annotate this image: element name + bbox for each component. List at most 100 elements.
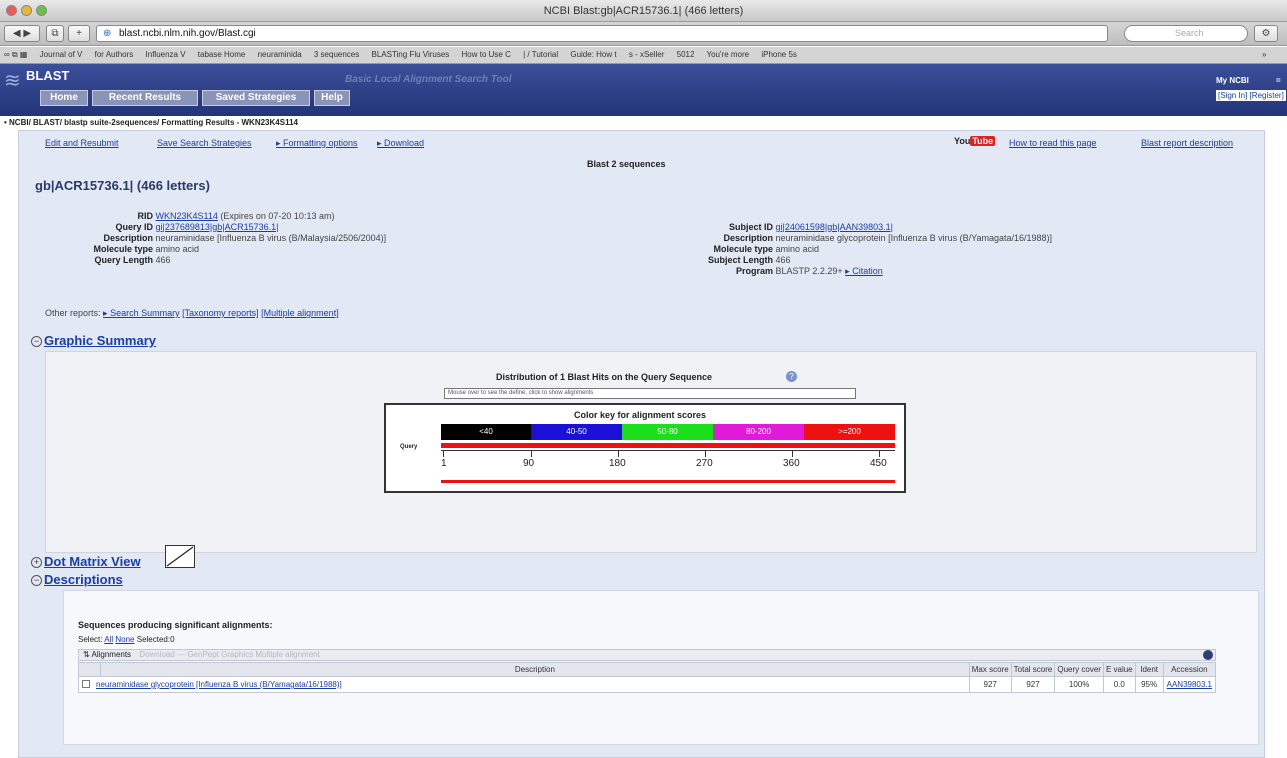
descriptions-header[interactable]: − Descriptions xyxy=(31,571,123,589)
tick-mark xyxy=(618,450,619,457)
nav-recent-results[interactable]: Recent Results xyxy=(92,90,198,106)
select-all-link[interactable]: All xyxy=(104,635,113,644)
program-key: Program xyxy=(735,266,773,276)
bookmark-9[interactable]: Guide: How t xyxy=(570,50,616,59)
report-description-link[interactable]: Blast report description xyxy=(1141,138,1233,148)
alignments-toolbar: ⇅ Alignments Download — GenPept Graphics… xyxy=(78,649,1216,661)
color-key-box[interactable]: Color key for alignment scores <40 40-50… xyxy=(384,403,906,493)
reading-list-icon[interactable]: ∞ ⧉ ▦ xyxy=(4,50,27,59)
key-green: 50-80 xyxy=(622,424,713,440)
nav-home[interactable]: Home xyxy=(40,90,88,106)
options-circle-icon[interactable] xyxy=(1203,650,1213,660)
bookmark-0[interactable]: Journal of V xyxy=(40,50,83,59)
results-content: Edit and Resubmit Save Search Strategies… xyxy=(18,130,1265,758)
citation-link[interactable]: ▸ Citation xyxy=(845,266,883,276)
search-summary-link[interactable]: ▸ Search Summary xyxy=(103,308,180,318)
collapse-icon[interactable]: − xyxy=(31,336,42,347)
multiple-alignment-link[interactable]: [Multiple alignment] xyxy=(261,308,339,318)
rid-link[interactable]: WKN23K4S114 xyxy=(156,211,218,221)
dot-matrix-header[interactable]: + Dot Matrix View xyxy=(31,553,141,571)
window-title: NCBI Blast:gb|ACR15736.1| (466 letters) xyxy=(543,5,744,17)
close-window-button[interactable] xyxy=(6,5,17,16)
col-e-value[interactable]: E value xyxy=(1102,662,1136,677)
col-total-score[interactable]: Total score xyxy=(1010,662,1056,677)
bookmark-8[interactable]: | / Tutorial xyxy=(523,50,558,59)
sidebar-toggle-icon[interactable]: ⧉ xyxy=(46,25,64,42)
bookmark-6[interactable]: BLASTing Flu Viruses xyxy=(371,50,449,59)
maximize-window-button[interactable] xyxy=(36,5,47,16)
blast-logo-icon: ≋ xyxy=(4,70,21,92)
graphic-summary-heading[interactable]: Graphic Summary xyxy=(44,333,156,348)
select-none-link[interactable]: None xyxy=(115,635,134,644)
key-label: >=200 xyxy=(838,427,861,436)
url-text: blast.ncbi.nlm.nih.gov/Blast.cgi xyxy=(119,28,256,39)
graphic-summary-header[interactable]: − Graphic Summary xyxy=(31,332,156,350)
url-bar[interactable]: ⊕ blast.ncbi.nlm.nih.gov/Blast.cgi xyxy=(96,25,1108,42)
hit-bar[interactable] xyxy=(441,480,895,483)
my-ncbi-toggle[interactable]: = xyxy=(1276,76,1281,85)
color-key-title: Color key for alignment scores xyxy=(574,410,707,420)
nav-saved-strategies[interactable]: Saved Strategies xyxy=(202,90,310,106)
my-ncbi-link[interactable]: My NCBI xyxy=(1216,76,1249,85)
add-bookmark-button[interactable]: + xyxy=(68,25,90,42)
save-strategies-link[interactable]: Save Search Strategies xyxy=(157,138,252,148)
formatting-options-link[interactable]: ▸ Formatting options xyxy=(276,138,358,149)
youtube-you: You xyxy=(954,136,971,146)
bookmark-12[interactable]: You're more xyxy=(707,50,750,59)
row-description-link[interactable]: neuraminidase glycoprotein [Influenza B … xyxy=(96,680,342,689)
bookmark-5[interactable]: 3 sequences xyxy=(314,50,359,59)
search-input[interactable]: Search xyxy=(1124,25,1248,42)
tick-label: 1 xyxy=(441,458,447,469)
bookmark-10[interactable]: s - xSeller xyxy=(629,50,665,59)
bookmark-3[interactable]: tabase Home xyxy=(198,50,246,59)
back-forward-buttons[interactable]: ◀ ▶ xyxy=(4,25,40,42)
dot-matrix-heading[interactable]: Dot Matrix View xyxy=(44,554,141,569)
col-ident[interactable]: Ident xyxy=(1134,662,1164,677)
subject-moltype-key: Molecule type xyxy=(713,244,773,254)
row-checkbox[interactable] xyxy=(82,680,90,688)
blast-logo[interactable]: BLAST xyxy=(26,68,69,83)
tick-label: 270 xyxy=(696,458,713,469)
descriptions-heading[interactable]: Descriptions xyxy=(44,572,123,587)
nav-help[interactable]: Help xyxy=(314,90,350,106)
key-label: 40-50 xyxy=(566,427,587,436)
expand-icon[interactable]: + xyxy=(31,557,42,568)
subject-id-link[interactable]: gi|24061598|gb|AAN39803.1| xyxy=(776,222,893,232)
minimize-window-button[interactable] xyxy=(21,5,32,16)
taxonomy-reports-link[interactable]: [Taxonomy reports] xyxy=(182,308,259,318)
sign-in-register-link[interactable]: [Sign In] [Register] xyxy=(1216,90,1286,101)
table-header: Description Max score Total score Query … xyxy=(78,662,1217,677)
bookmark-11[interactable]: 5012 xyxy=(677,50,695,59)
alignments-label: Alignments xyxy=(91,650,132,659)
mouse-hint-field[interactable]: Mouse over to see the define, click to s… xyxy=(444,388,856,399)
help-icon[interactable]: ? xyxy=(786,371,797,382)
youtube-icon[interactable]: You Tube xyxy=(954,136,996,146)
row-accession-link[interactable]: AAN39803.1 xyxy=(1167,680,1212,689)
key-label: <40 xyxy=(479,427,493,436)
bookmark-2[interactable]: Influenza V xyxy=(146,50,186,59)
bookmark-1[interactable]: for Authors xyxy=(95,50,134,59)
collapse-icon[interactable]: − xyxy=(31,575,42,586)
settings-gear-icon[interactable]: ⚙ xyxy=(1254,25,1278,42)
query-track-label: Query xyxy=(400,444,418,450)
bookmarks-more-button[interactable]: » xyxy=(1262,47,1266,63)
query-id-link[interactable]: gi|237689813|gb|ACR15736.1| xyxy=(156,222,279,232)
query-id-key: Query ID xyxy=(115,222,153,232)
sequences-heading: Sequences producing significant alignmen… xyxy=(78,620,273,630)
bookmark-7[interactable]: How to Use C xyxy=(462,50,511,59)
tick-mark xyxy=(705,450,706,457)
row-query-cover: 100% xyxy=(1054,676,1104,693)
col-max-score[interactable]: Max score xyxy=(968,662,1012,677)
dot-matrix-thumbnail[interactable] xyxy=(165,545,195,568)
col-description[interactable]: Description xyxy=(100,662,970,677)
download-link[interactable]: ▸ Download xyxy=(377,138,424,149)
edit-resubmit-link[interactable]: Edit and Resubmit xyxy=(45,138,119,148)
bookmark-4[interactable]: neuraminida xyxy=(258,50,302,59)
bookmark-13[interactable]: iPhone 5s xyxy=(761,50,797,59)
query-length-value: 466 xyxy=(155,255,171,265)
col-accession[interactable]: Accession xyxy=(1162,662,1217,677)
alignments-actions[interactable]: Download — GenPept Graphics Multiple ali… xyxy=(139,650,320,659)
how-to-read-link[interactable]: How to read this page xyxy=(1009,138,1097,148)
col-query-cover[interactable]: Query cover xyxy=(1054,662,1104,677)
tick-label: 360 xyxy=(783,458,800,469)
